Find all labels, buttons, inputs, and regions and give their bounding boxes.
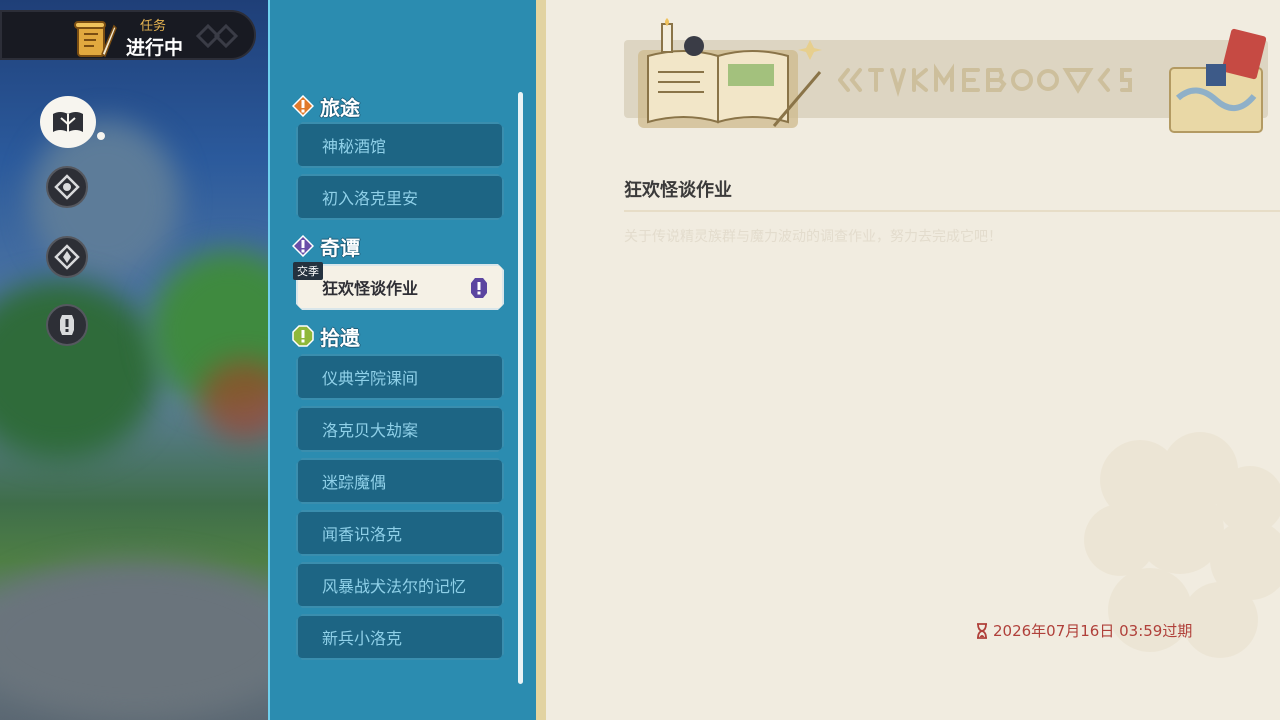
quest-item-label: 迷踪魔偶 — [322, 473, 387, 492]
quest-item-label: 仪典学院课间 — [322, 369, 419, 388]
hud-status-label: 进行中 — [126, 37, 184, 59]
quest-details-panel: 狂欢怪谈作业 关于传说精灵族群与魔力波动的调查作业，努力去完成它吧！ 2026年… — [540, 0, 1280, 720]
decorative-flower-watermark — [1084, 432, 1280, 658]
rune-text-decoration — [838, 63, 1132, 97]
quest-expiry: 2026年07月16日 03:59过期 — [976, 620, 1192, 641]
open-book-icon — [53, 112, 83, 132]
category-all-quests[interactable] — [40, 96, 105, 148]
quest-item[interactable]: 洛克贝大劫案 — [296, 406, 504, 452]
open-journal-illustration — [638, 18, 822, 128]
quest-item-label: 新兵小洛克 — [322, 629, 403, 648]
compass-icon — [54, 244, 80, 270]
quest-item[interactable]: 仪典学院课间 — [296, 354, 504, 400]
quest-item[interactable]: 风暴战犬法尔的记忆 — [296, 562, 504, 608]
season-tag: 交季 — [293, 262, 323, 280]
title-divider — [624, 210, 1280, 212]
quest-item-selected[interactable]: 狂欢怪谈作业 — [296, 264, 504, 310]
quest-status-badge[interactable]: 任务 进行中 — [0, 10, 256, 60]
category-misc[interactable] — [46, 304, 88, 346]
quest-item[interactable]: 闻香识洛克 — [296, 510, 504, 556]
group-title-journey: 旅途 — [292, 92, 360, 120]
game-world-background — [0, 0, 268, 720]
hud-category-label: 任务 — [140, 19, 167, 34]
quest-item-label: 狂欢怪谈作业 — [322, 279, 419, 298]
group-title-text: 拾遗 — [320, 325, 360, 350]
quest-item[interactable]: 迷踪魔偶 — [296, 458, 504, 504]
purple-exclamation-icon — [292, 235, 314, 257]
quest-item-label: 初入洛克里安 — [322, 189, 419, 208]
quest-detail-title: 狂欢怪谈作业 — [624, 180, 732, 201]
compass-icon — [54, 174, 80, 200]
green-exclamation-icon — [292, 325, 314, 347]
quest-item-label: 闻香识洛克 — [322, 525, 403, 544]
quest-list-panel: 旅途 神秘酒馆 初入洛克里安 奇谭 交季 狂欢怪谈作业 拾遗 仪典学院课间 洛克… — [268, 0, 540, 720]
exclamation-icon — [60, 315, 74, 335]
purple-exclamation-icon — [468, 277, 490, 299]
orange-exclamation-icon — [292, 95, 314, 117]
quest-item[interactable]: 神秘酒馆 — [296, 122, 504, 168]
quest-item-label: 洛克贝大劫案 — [322, 421, 419, 440]
group-title-misc: 拾遗 — [292, 322, 360, 350]
category-legend[interactable] — [46, 236, 88, 278]
quest-item-label: 神秘酒馆 — [322, 137, 387, 156]
group-title-legend: 奇谭 — [292, 232, 360, 260]
group-title-text: 奇谭 — [320, 235, 360, 260]
quest-item-label: 风暴战犬法尔的记忆 — [322, 577, 467, 596]
quest-item[interactable]: 初入洛克里安 — [296, 174, 504, 220]
treasure-map-illustration — [1169, 28, 1267, 133]
decorative-pattern-icon — [195, 23, 239, 49]
scroll-quill-icon — [74, 21, 117, 58]
quest-item[interactable]: 新兵小洛克 — [296, 614, 504, 660]
quest-expiry-text: 2026年07月16日 03:59过期 — [993, 622, 1193, 640]
category-journey[interactable] — [46, 166, 88, 208]
quest-list-scrollbar[interactable] — [518, 92, 523, 684]
quest-detail-description: 关于传说精灵族群与魔力波动的调查作业，努力去完成它吧！ — [624, 229, 1002, 245]
group-title-text: 旅途 — [320, 95, 360, 120]
hourglass-icon — [977, 622, 987, 639]
